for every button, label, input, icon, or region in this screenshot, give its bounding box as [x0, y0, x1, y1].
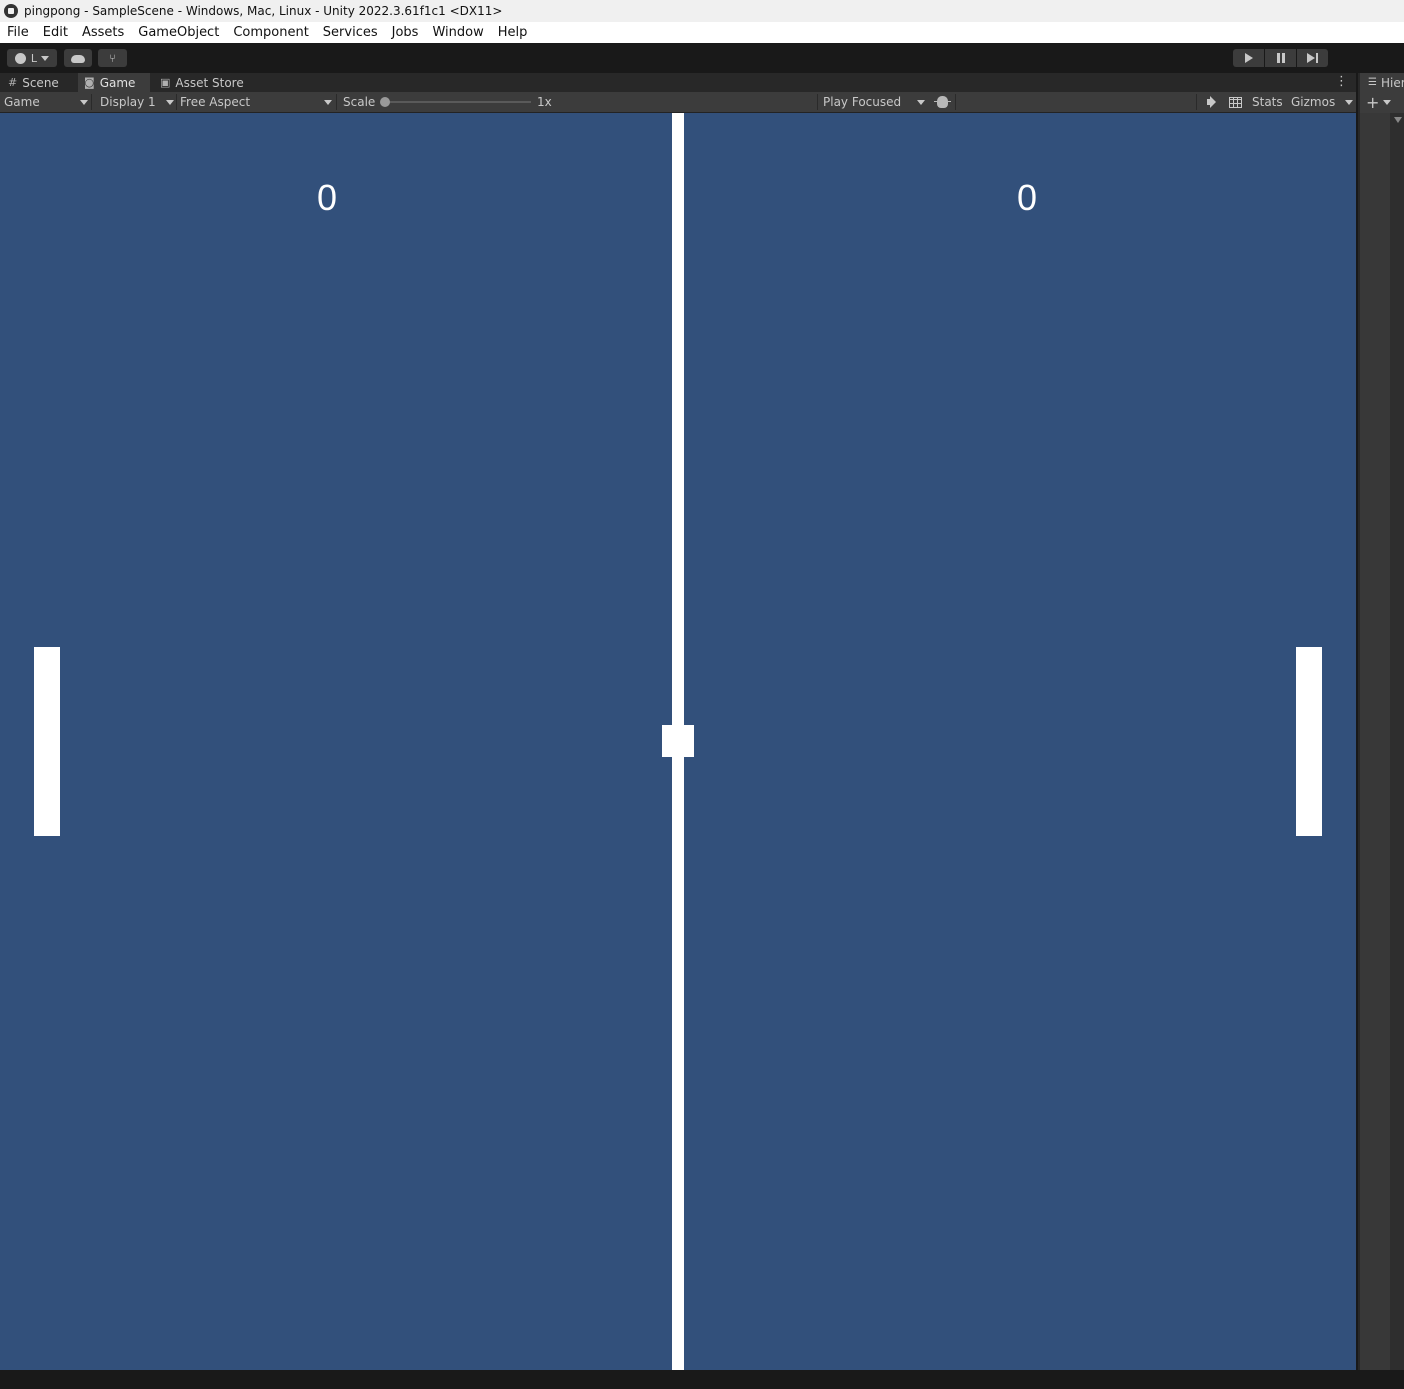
menu-assets[interactable]: Assets — [75, 22, 131, 43]
tab-hierarchy-label: Hierarchy — [1380, 75, 1404, 90]
menu-help[interactable]: Help — [491, 22, 535, 43]
window-title-bar: pingpong - SampleScene - Windows, Mac, L… — [0, 0, 1404, 22]
tab-scene-label: Scene — [22, 75, 59, 90]
main-toolbar: L ⑂ — [0, 43, 1404, 73]
shopping-bag-icon: ▣ — [160, 76, 171, 89]
aspect-label: Free Aspect — [180, 95, 251, 109]
keyboard-grid-icon — [1228, 96, 1242, 108]
add-object-button[interactable]: + — [1366, 93, 1379, 112]
scale-slider-thumb[interactable] — [380, 97, 390, 107]
stats-button[interactable]: Stats — [1252, 92, 1283, 112]
stats-grid-button[interactable] — [1226, 92, 1244, 112]
separator — [955, 94, 956, 110]
mute-audio-button[interactable] — [1200, 92, 1218, 112]
tab-scene[interactable]: # Scene — [2, 73, 76, 92]
menu-jobs[interactable]: Jobs — [385, 22, 426, 43]
bug-icon — [933, 96, 951, 108]
hierarchy-list[interactable] — [1360, 113, 1404, 1370]
chevron-down-icon — [1345, 99, 1353, 105]
display-dropdown[interactable]: Display 1 — [100, 92, 174, 112]
left-score: 0 — [317, 177, 338, 218]
play-mode-dropdown[interactable]: Play Focused — [823, 92, 925, 112]
chevron-down-icon — [80, 99, 88, 105]
separator — [91, 94, 92, 110]
tab-hierarchy[interactable]: ☰ Hierarchy — [1360, 73, 1404, 92]
speaker-icon — [1206, 99, 1212, 105]
separator — [336, 94, 337, 110]
pause-button[interactable] — [1265, 49, 1296, 67]
separator — [176, 94, 177, 110]
unity-logo-icon — [4, 4, 18, 18]
window-title: pingpong - SampleScene - Windows, Mac, L… — [24, 4, 503, 18]
scale-label: Scale — [343, 95, 376, 109]
left-paddle — [34, 647, 60, 836]
ball — [662, 725, 694, 757]
right-score: 0 — [1017, 177, 1038, 218]
gizmos-dropdown[interactable]: Gizmos — [1291, 92, 1353, 112]
play-button[interactable] — [1233, 49, 1264, 67]
tab-game[interactable]: ◙ Game — [78, 73, 150, 92]
view-mode-label: Game — [4, 95, 40, 109]
aspect-dropdown[interactable]: Free Aspect — [180, 92, 332, 112]
account-dropdown[interactable]: L — [7, 49, 57, 67]
view-mode-dropdown[interactable]: Game — [4, 92, 88, 112]
right-paddle — [1296, 647, 1322, 836]
view-tabs: # Scene ◙ Game ▣ Asset Store ⋮ — [0, 73, 1356, 92]
play-icon — [1244, 53, 1253, 63]
version-control-button[interactable]: ⑂ — [98, 49, 127, 67]
game-viewport[interactable]: 0 0 — [0, 113, 1356, 1370]
menu-component[interactable]: Component — [226, 22, 315, 43]
cloud-icon — [71, 55, 85, 63]
hierarchy-toolbar: + — [1360, 92, 1404, 113]
step-button[interactable] — [1297, 49, 1328, 67]
game-view-toolbar: Game Display 1 Free Aspect Scale 1x Play… — [0, 92, 1356, 113]
grid-hash-icon: # — [8, 76, 18, 89]
chevron-down-icon — [917, 99, 925, 105]
cloud-button[interactable] — [64, 49, 92, 67]
menu-gameobject[interactable]: GameObject — [131, 22, 226, 43]
frame-debugger-button[interactable] — [933, 92, 951, 112]
menu-file[interactable]: File — [0, 22, 36, 43]
chevron-down-icon — [324, 99, 332, 105]
more-options-icon[interactable]: ⋮ — [1335, 75, 1348, 89]
gizmos-label: Gizmos — [1291, 95, 1336, 109]
tab-game-label: Game — [99, 75, 136, 90]
menu-edit[interactable]: Edit — [36, 22, 75, 43]
chevron-down-icon — [1383, 100, 1392, 105]
account-letter: L — [30, 51, 38, 65]
gamepad-icon: ◙ — [84, 76, 95, 89]
separator — [817, 94, 818, 110]
account-icon — [14, 52, 26, 64]
scroll-down-icon[interactable] — [1394, 117, 1402, 123]
menu-services[interactable]: Services — [316, 22, 385, 43]
menu-bar: File Edit Assets GameObject Component Se… — [0, 22, 1404, 43]
menu-window[interactable]: Window — [425, 22, 490, 43]
branch-icon: ⑂ — [109, 51, 116, 65]
scale-value: 1x — [537, 95, 552, 109]
list-icon: ☰ — [1368, 77, 1377, 88]
separator — [1196, 94, 1197, 110]
tab-asset-store[interactable]: ▣ Asset Store — [154, 73, 264, 92]
chevron-down-icon — [41, 55, 50, 61]
pause-icon — [1276, 53, 1285, 63]
chevron-down-icon — [166, 99, 174, 105]
status-bar — [0, 1370, 1404, 1389]
tab-asset-store-label: Asset Store — [175, 75, 244, 90]
display-label: Display 1 — [100, 95, 156, 109]
play-mode-label: Play Focused — [823, 95, 902, 109]
hierarchy-panel: ☰ Hierarchy + — [1356, 73, 1404, 1370]
playmode-controls — [1233, 49, 1329, 67]
step-icon — [1307, 53, 1318, 63]
scale-slider-track[interactable] — [385, 101, 531, 103]
